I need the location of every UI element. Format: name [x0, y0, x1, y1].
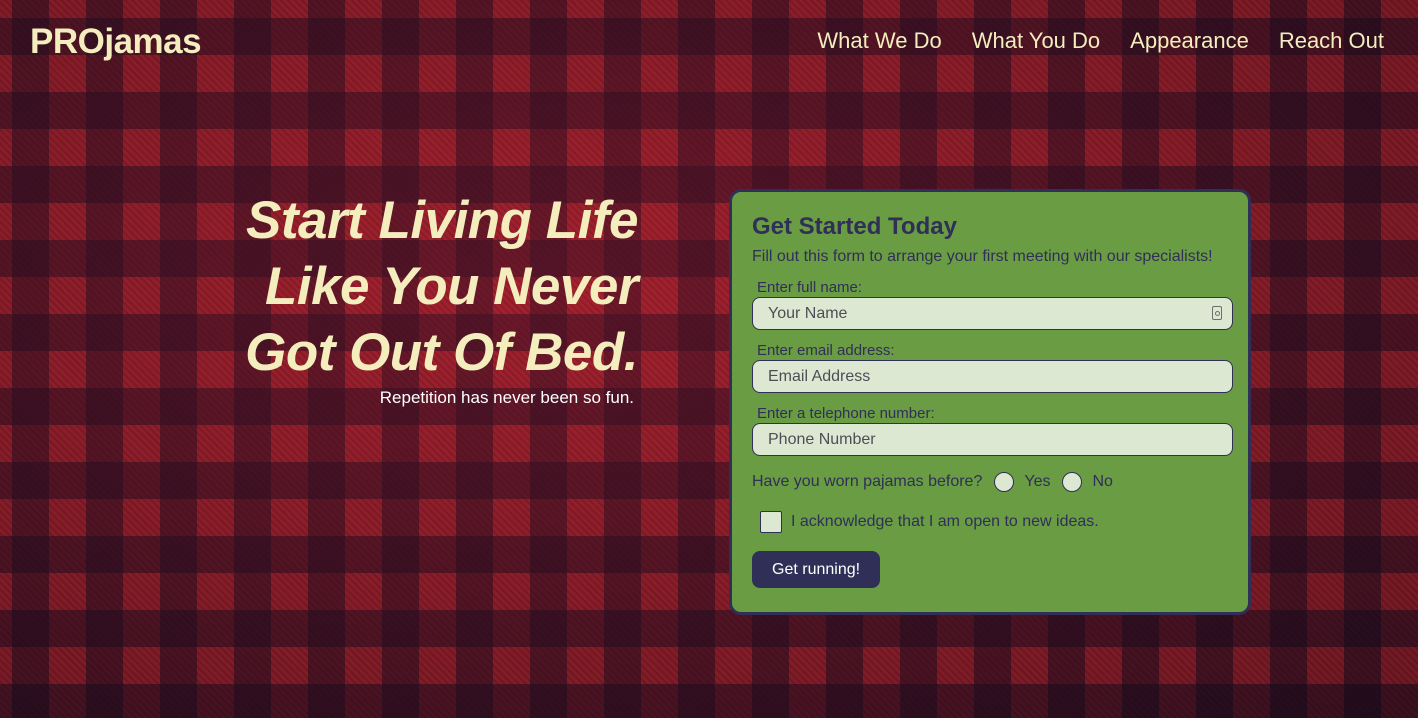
acknowledge-label[interactable]: I acknowledge that I am open to new idea… — [791, 513, 1099, 531]
contact-card-icon[interactable] — [1212, 306, 1222, 320]
acknowledge-checkbox[interactable] — [760, 511, 782, 533]
nav-link-what-we-do[interactable]: What We Do — [817, 28, 941, 54]
brand-logo[interactable]: PROjamas — [30, 22, 202, 62]
pajamas-question-row: Have you worn pajamas before? Yes No — [752, 470, 1228, 494]
landing-page: PROjamas What We Do What You Do Appearan… — [0, 0, 1418, 718]
submit-button[interactable]: Get running! — [752, 551, 881, 588]
acknowledge-row: I acknowledge that I am open to new idea… — [752, 510, 1228, 534]
hero: Start Living Life Like You Never Got Out… — [150, 188, 638, 408]
nav-link-appearance[interactable]: Appearance — [1130, 28, 1249, 54]
hero-headline-line-3: Got Out Of Bed. — [245, 323, 638, 382]
full-name-placeholder: Your Name — [768, 304, 848, 322]
radio-no-label[interactable]: No — [1092, 473, 1112, 491]
radio-no[interactable] — [1062, 472, 1083, 492]
phone-input[interactable]: Phone Number — [752, 423, 1233, 456]
radio-yes[interactable] — [994, 472, 1015, 492]
full-name-input[interactable]: Your Name — [752, 297, 1233, 330]
nav-link-what-you-do[interactable]: What You Do — [972, 28, 1100, 54]
nav-link-reach-out[interactable]: Reach Out — [1279, 28, 1384, 54]
pajamas-question-label: Have you worn pajamas before? — [752, 473, 983, 490]
phone-placeholder: Phone Number — [768, 430, 876, 448]
email-label: Enter email address: — [757, 342, 895, 359]
hero-subtitle: Repetition has never been so fun. — [379, 388, 634, 407]
hero-headline-line-2: Like You Never — [264, 257, 639, 316]
form-description: Fill out this form to arrange your first… — [752, 248, 1213, 265]
main-nav: What We Do What You Do Appearance Reach … — [817, 28, 1384, 54]
radio-yes-label[interactable]: Yes — [1024, 473, 1050, 491]
phone-label: Enter a telephone number: — [757, 405, 935, 422]
hero-headline-line-1: Start Living Life — [246, 191, 638, 250]
email-input[interactable]: Email Address — [752, 360, 1233, 393]
form-title: Get Started Today — [752, 213, 957, 240]
full-name-label: Enter full name: — [757, 279, 863, 296]
signup-form-card: Get Started Today Fill out this form to … — [729, 189, 1251, 615]
email-placeholder: Email Address — [768, 367, 871, 385]
